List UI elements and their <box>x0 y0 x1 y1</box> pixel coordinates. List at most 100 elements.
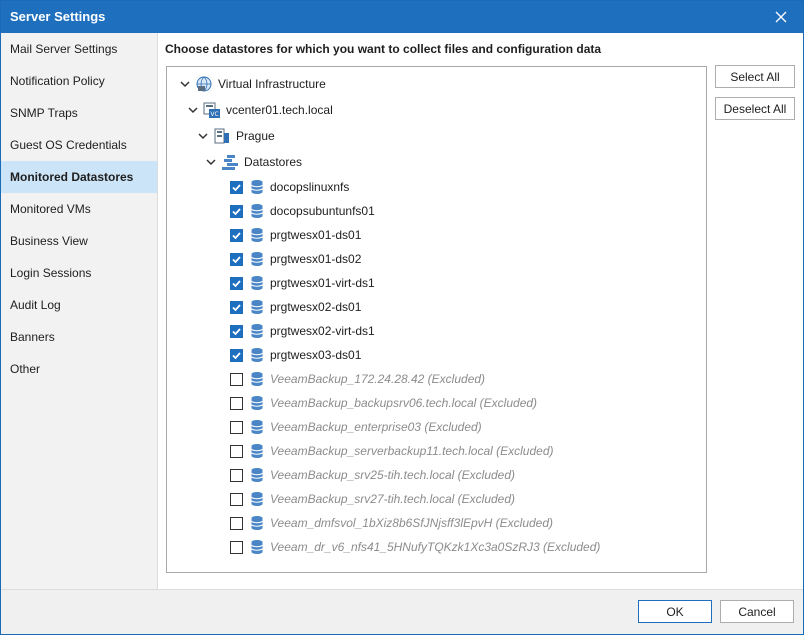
datastore-label: prgtwesx01-ds02 <box>270 252 362 266</box>
database-icon <box>250 323 264 339</box>
datastore-checkbox[interactable] <box>230 372 243 386</box>
vcenter-icon: VC <box>203 101 221 119</box>
datastore-item[interactable]: prgtwesx01-ds01 <box>230 224 361 246</box>
chevron-down-icon[interactable] <box>179 78 191 90</box>
datastore-item[interactable]: VeeamBackup_enterprise03 (Excluded) <box>230 416 482 438</box>
database-icon <box>250 443 264 459</box>
datastore-label: prgtwesx01-virt-ds1 <box>270 276 375 290</box>
sidebar-item-other[interactable]: Other <box>1 353 157 385</box>
datastore-label: prgtwesx03-ds01 <box>270 348 362 362</box>
tree-label: Prague <box>236 129 275 143</box>
database-icon <box>250 419 264 435</box>
datastore-item[interactable]: prgtwesx02-ds01 <box>230 296 361 318</box>
datastore-label: VeeamBackup_backupsrv06.tech.local (Excl… <box>270 396 538 410</box>
tree-label: Datastores <box>244 155 303 169</box>
checkmark-icon <box>232 279 241 287</box>
title-bar[interactable]: Server Settings <box>1 1 803 33</box>
database-icon <box>250 539 264 555</box>
datastore-item[interactable]: prgtwesx03-ds01 <box>230 344 361 366</box>
datastore-label: Veeam_dmfsvol_1bXiz8b6SfJNjsff3lEpvH (Ex… <box>270 516 554 530</box>
datastore-label: VeeamBackup_172.24.28.42 (Excluded) <box>270 372 486 386</box>
sidebar-item-banners[interactable]: Banners <box>1 321 157 353</box>
datastore-item[interactable]: prgtwesx02-virt-ds1 <box>230 320 375 342</box>
datastore-checkbox[interactable] <box>230 492 243 506</box>
checkmark-icon <box>232 255 241 263</box>
chevron-down-icon[interactable] <box>187 104 199 116</box>
datastore-item[interactable]: VeeamBackup_backupsrv06.tech.local (Excl… <box>230 392 537 414</box>
sidebar-item-monitored-datastores[interactable]: Monitored Datastores <box>1 161 157 193</box>
datastore-label: Veeam_dr_v6_nfs41_5HNufyTQKzk1Xc3a0SzRJ3… <box>270 540 601 554</box>
datastore-checkbox[interactable] <box>230 540 243 554</box>
datastore-item[interactable]: VeeamBackup_srv27-tih.tech.local (Exclud… <box>230 488 515 510</box>
datastore-item[interactable]: docopslinuxnfs <box>230 176 349 198</box>
datastore-checkbox[interactable] <box>230 444 243 458</box>
datastore-label: VeeamBackup_enterprise03 (Excluded) <box>270 420 482 434</box>
datastore-item[interactable]: Veeam_dmfsvol_1bXiz8b6SfJNjsff3lEpvH (Ex… <box>230 512 553 534</box>
svg-text:VC: VC <box>210 111 218 118</box>
tree-label: vcenter01.tech.local <box>226 103 333 117</box>
datastore-checkbox[interactable] <box>230 468 243 482</box>
checkmark-icon <box>232 351 241 359</box>
datastore-checkbox[interactable] <box>230 324 243 338</box>
checkmark-icon <box>232 207 241 215</box>
datastore-item[interactable]: VeeamBackup_172.24.28.42 (Excluded) <box>230 368 485 390</box>
sidebar-item-mail-server-settings[interactable]: Mail Server Settings <box>1 33 157 65</box>
datastore-item[interactable]: prgtwesx01-virt-ds1 <box>230 272 375 294</box>
datastore-checkbox[interactable] <box>230 516 243 530</box>
sidebar-item-guest-os-credentials[interactable]: Guest OS Credentials <box>1 129 157 161</box>
datastore-item[interactable]: VeeamBackup_srv25-tih.tech.local (Exclud… <box>230 464 515 486</box>
datastore-item[interactable]: VeeamBackup_serverbackup11.tech.local (E… <box>230 440 554 462</box>
sidebar-item-monitored-vms[interactable]: Monitored VMs <box>1 193 157 225</box>
checkmark-icon <box>232 327 241 335</box>
database-icon <box>250 203 264 219</box>
deselect-all-button[interactable]: Deselect All <box>715 97 795 120</box>
datastore-label: prgtwesx02-ds01 <box>270 300 362 314</box>
chevron-down-icon[interactable] <box>205 156 217 168</box>
tree-node-datastores-folder[interactable]: Datastores <box>205 151 302 173</box>
datastore-checkbox[interactable] <box>230 228 243 242</box>
datastore-label: docopsubuntunfs01 <box>270 204 375 218</box>
datastore-tree[interactable]: Virtual Infrastructure VC vcenter01.tech… <box>166 66 707 573</box>
database-icon <box>250 179 264 195</box>
section-heading: Choose datastores for which you want to … <box>165 42 602 56</box>
database-icon <box>250 395 264 411</box>
datastore-checkbox[interactable] <box>230 276 243 290</box>
select-all-button[interactable]: Select All <box>715 65 795 88</box>
sidebar-item-notification-policy[interactable]: Notification Policy <box>1 65 157 97</box>
datastore-checkbox[interactable] <box>230 420 243 434</box>
datastore-checkbox[interactable] <box>230 396 243 410</box>
datastore-label: VeeamBackup_srv27-tih.tech.local (Exclud… <box>270 492 516 506</box>
datastore-item[interactable]: Veeam_dr_v6_nfs41_5HNufyTQKzk1Xc3a0SzRJ3… <box>230 536 600 558</box>
chevron-down-icon[interactable] <box>197 130 209 142</box>
datastore-item[interactable]: prgtwesx01-ds02 <box>230 248 361 270</box>
datacenter-icon <box>213 127 231 145</box>
ok-button[interactable]: OK <box>638 600 712 623</box>
datastore-checkbox[interactable] <box>230 204 243 218</box>
database-icon <box>250 515 264 531</box>
close-button[interactable] <box>763 3 799 31</box>
sidebar-item-login-sessions[interactable]: Login Sessions <box>1 257 157 289</box>
tree-node-virtual-infrastructure[interactable]: Virtual Infrastructure <box>179 73 326 95</box>
server-settings-dialog: Server Settings Mail Server Settings Not… <box>0 0 804 635</box>
datastore-item[interactable]: docopsubuntunfs01 <box>230 200 375 222</box>
datastore-checkbox[interactable] <box>230 300 243 314</box>
sidebar-item-snmp-traps[interactable]: SNMP Traps <box>1 97 157 129</box>
datastore-checkbox[interactable] <box>230 348 243 362</box>
database-icon <box>250 299 264 315</box>
datastores-folder-icon <box>221 153 239 171</box>
tree-node-prague[interactable]: Prague <box>197 125 275 147</box>
datastore-checkbox[interactable] <box>230 180 243 194</box>
datastore-label: prgtwesx01-ds01 <box>270 228 362 242</box>
database-icon <box>250 491 264 507</box>
sidebar-item-business-view[interactable]: Business View <box>1 225 157 257</box>
datastore-label: VeeamBackup_srv25-tih.tech.local (Exclud… <box>270 468 516 482</box>
checkmark-icon <box>232 183 241 191</box>
tree-node-vcenter[interactable]: VC vcenter01.tech.local <box>187 99 333 121</box>
cancel-button[interactable]: Cancel <box>720 600 794 623</box>
datastore-checkbox[interactable] <box>230 252 243 266</box>
database-icon <box>250 227 264 243</box>
checkmark-icon <box>232 303 241 311</box>
database-icon <box>250 275 264 291</box>
sidebar-item-audit-log[interactable]: Audit Log <box>1 289 157 321</box>
checkmark-icon <box>232 231 241 239</box>
